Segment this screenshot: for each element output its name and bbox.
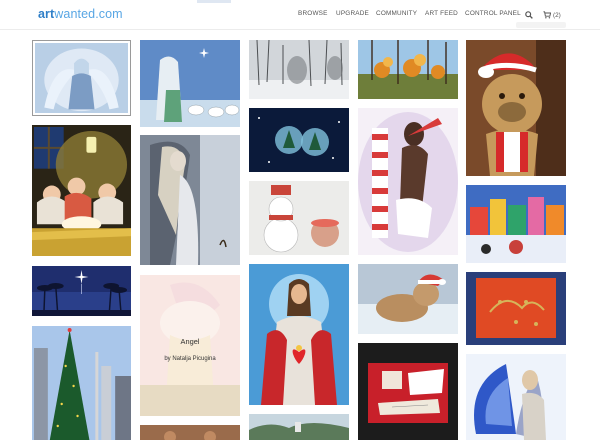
artwork-ice-angel[interactable] bbox=[32, 40, 131, 116]
cart-icon bbox=[543, 11, 551, 19]
artwork-bottom-hills[interactable] bbox=[249, 414, 349, 440]
artwork-bottom-brown[interactable] bbox=[140, 425, 240, 440]
nav-control-panel[interactable]: CONTROL PANEL bbox=[465, 10, 521, 22]
artwork-blue-fairy[interactable] bbox=[466, 354, 566, 440]
artwork-image bbox=[249, 40, 349, 99]
artwork-image bbox=[32, 266, 131, 316]
artwork-image bbox=[358, 40, 458, 99]
artwork-image bbox=[249, 414, 349, 440]
artwork-image bbox=[35, 43, 128, 113]
filter-bar bbox=[516, 22, 566, 28]
artwork-snowy-forest[interactable] bbox=[249, 40, 349, 99]
artwork-image bbox=[466, 272, 566, 345]
artwork-shepherd[interactable] bbox=[140, 40, 240, 127]
artwork-image bbox=[358, 343, 458, 440]
search-button[interactable] bbox=[525, 9, 533, 21]
artwork-sacred-heart[interactable] bbox=[249, 264, 349, 405]
cart-count: (2) bbox=[553, 11, 561, 19]
search-icon bbox=[525, 11, 533, 19]
artwork-image bbox=[466, 185, 566, 263]
artwork-image bbox=[249, 264, 349, 405]
artwork-image bbox=[249, 108, 349, 172]
artwork-red-desk[interactable] bbox=[358, 343, 458, 440]
artwork-grey-angel[interactable] bbox=[140, 135, 240, 265]
artwork-angel-hover[interactable]: Angel by Natalja Picugina bbox=[140, 275, 240, 416]
artwork-image bbox=[140, 135, 240, 265]
artwork-woman-candycane[interactable] bbox=[358, 108, 458, 255]
artwork-image bbox=[466, 40, 566, 176]
artwork-image bbox=[140, 425, 240, 440]
artwork-image bbox=[358, 108, 458, 255]
logo-wanted: wanted.com bbox=[54, 7, 123, 21]
artwork-colorful-houses[interactable] bbox=[466, 185, 566, 263]
hover-artwork-artist[interactable]: by Natalja Picugina bbox=[140, 356, 240, 362]
artwork-snow-globes[interactable] bbox=[249, 108, 349, 172]
artwork-snowman[interactable] bbox=[249, 181, 349, 255]
artwork-christmas-tree-city[interactable] bbox=[32, 326, 131, 440]
nav-community[interactable]: COMMUNITY bbox=[376, 10, 417, 22]
artwork-image bbox=[249, 181, 349, 255]
artwork-image bbox=[358, 264, 458, 334]
artwork-autumn-trees[interactable] bbox=[358, 40, 458, 99]
top-navigation-bar: artwanted.com BROWSE UPGRADE COMMUNITY A… bbox=[0, 0, 600, 30]
nav-browse[interactable]: BROWSE bbox=[298, 10, 328, 22]
artwork-image bbox=[140, 40, 240, 127]
nav-art-feed[interactable]: ART FEED bbox=[425, 10, 458, 22]
artwork-image bbox=[32, 326, 131, 440]
artwork-nativity[interactable] bbox=[32, 125, 131, 256]
hover-artwork-title[interactable]: Angel bbox=[140, 337, 240, 346]
active-tab-indicator bbox=[197, 0, 231, 3]
artwork-dog-santa-hat[interactable] bbox=[466, 40, 566, 176]
artwork-orange-embroidery[interactable] bbox=[466, 272, 566, 345]
artwork-bulldog-snow[interactable] bbox=[358, 264, 458, 334]
cart-button[interactable]: (2) bbox=[543, 9, 561, 21]
artwork-image bbox=[466, 354, 566, 440]
artwork-image bbox=[32, 125, 131, 256]
logo-art: art bbox=[38, 7, 55, 21]
artwork-palm-night[interactable] bbox=[32, 266, 131, 316]
site-logo[interactable]: artwanted.com bbox=[38, 8, 123, 21]
nav-upgrade[interactable]: UPGRADE bbox=[336, 10, 369, 22]
